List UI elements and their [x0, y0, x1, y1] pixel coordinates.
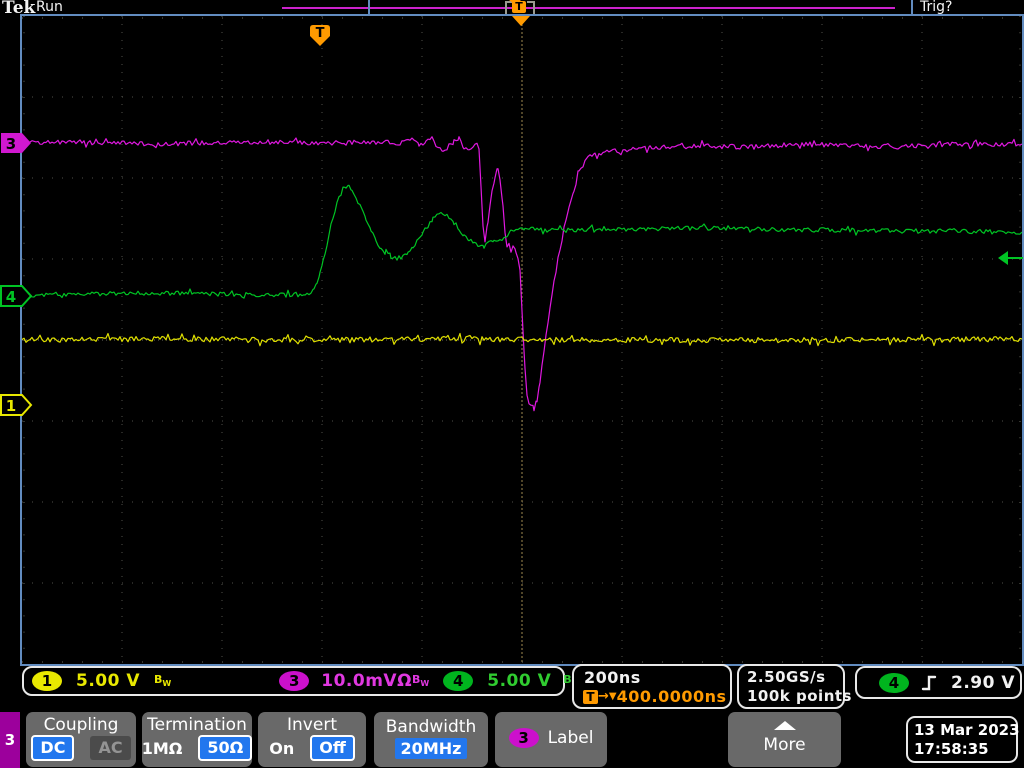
svg-text:T: T [316, 26, 325, 41]
channel-1-bandwidth-limit-icon: BW [154, 673, 172, 689]
arrow-right-icon: → [598, 689, 609, 704]
triangle-down-icon: ▼ [608, 691, 617, 702]
trigger-level-arrow-icon[interactable] [997, 249, 1024, 267]
label-channel-badge: 3 [508, 728, 539, 748]
record-view-left-border [368, 0, 370, 15]
svg-text:3: 3 [6, 135, 16, 153]
timebase-scale: 200ns [584, 668, 641, 687]
termination-1mohm-option[interactable]: 1MΩ [142, 739, 183, 758]
trigger-source-badge: 4 [879, 672, 909, 693]
graticule [20, 14, 1024, 666]
channel-3-badge: 3 [279, 671, 310, 691]
channel-3-bandwidth-limit-icon: BW [412, 673, 430, 689]
invert-button[interactable]: Invert On Off [258, 712, 366, 767]
channel-4-badge: 4 [443, 671, 474, 691]
coupling-title: Coupling [43, 715, 119, 735]
more-button[interactable]: More [728, 712, 841, 767]
trigger-position-marker-icon[interactable] [512, 16, 530, 26]
termination-button[interactable]: Termination 1MΩ 50Ω [142, 712, 253, 767]
date-value: 13 Mar 2023 [914, 720, 1020, 739]
label-button[interactable]: 3 Label [495, 712, 607, 767]
record-length: 100k points [747, 687, 852, 705]
chevron-up-icon [773, 720, 796, 730]
channel-readouts-box: 1 5.00 V BW 3 10.0mVΩ BW 4 5.00 V BW [22, 666, 581, 696]
acquisition-status: Run [36, 0, 63, 15]
bandwidth-value[interactable]: 20MHz [394, 738, 468, 760]
channel-4-scale: 5.00 V [487, 671, 552, 691]
invert-on-option[interactable]: On [269, 739, 294, 758]
svg-text:4: 4 [6, 288, 16, 306]
coupling-ac-option[interactable]: AC [90, 736, 131, 760]
invert-title: Invert [287, 715, 337, 735]
time-value: 17:58:35 [914, 739, 989, 758]
trigger-t-icon: T [583, 689, 598, 704]
trigger-delay: 400.0000ns [616, 687, 727, 706]
coupling-button[interactable]: Coupling DC AC [26, 712, 136, 767]
acquisition-readout-box: 2.50GS/s 100k points [737, 664, 852, 709]
more-title: More [763, 735, 806, 756]
timebase-readout-box: 200ns T → ▼ 400.0000ns [572, 664, 732, 709]
trigger-status: Trig? [920, 0, 953, 15]
trigger-reference-t-icon[interactable]: T [309, 24, 331, 48]
oscilloscope-screen: Tek Run T Trig? T 3 4 1 1 5.00 V BW 3 10… [0, 0, 1024, 768]
channel-3-position-marker[interactable]: 3 [0, 132, 33, 154]
channel-1-scale: 5.00 V [76, 671, 141, 691]
label-title: Label [547, 728, 594, 748]
coupling-dc-option[interactable]: DC [31, 735, 75, 761]
trigger-level: 2.90 V [951, 672, 1016, 693]
svg-text:1: 1 [6, 397, 16, 415]
record-view-waveform-bar [282, 7, 895, 9]
record-view-trigger-t-icon[interactable]: T [512, 1, 526, 13]
termination-title: Termination [147, 715, 247, 735]
menu-channel-tab[interactable]: 3 [0, 712, 20, 768]
invert-off-option[interactable]: Off [310, 735, 355, 761]
bandwidth-button[interactable]: Bandwidth 20MHz [374, 712, 488, 767]
bandwidth-title: Bandwidth [385, 716, 477, 737]
termination-50ohm-option[interactable]: 50Ω [198, 735, 253, 761]
datetime-box: 13 Mar 2023 17:58:35 [906, 716, 1020, 763]
channel-1-position-marker[interactable]: 1 [0, 394, 33, 416]
channel-1-badge: 1 [32, 671, 62, 691]
record-view-right-border [911, 0, 913, 15]
sample-rate: 2.50GS/s [747, 668, 826, 686]
waveform-display [22, 16, 1022, 664]
channel-3-scale: 10.0mVΩ [321, 671, 413, 691]
channel-4-position-marker[interactable]: 4 [0, 285, 33, 307]
trigger-readout-box: 4 2.90 V [855, 666, 1022, 699]
rising-edge-slope-icon [921, 675, 937, 690]
